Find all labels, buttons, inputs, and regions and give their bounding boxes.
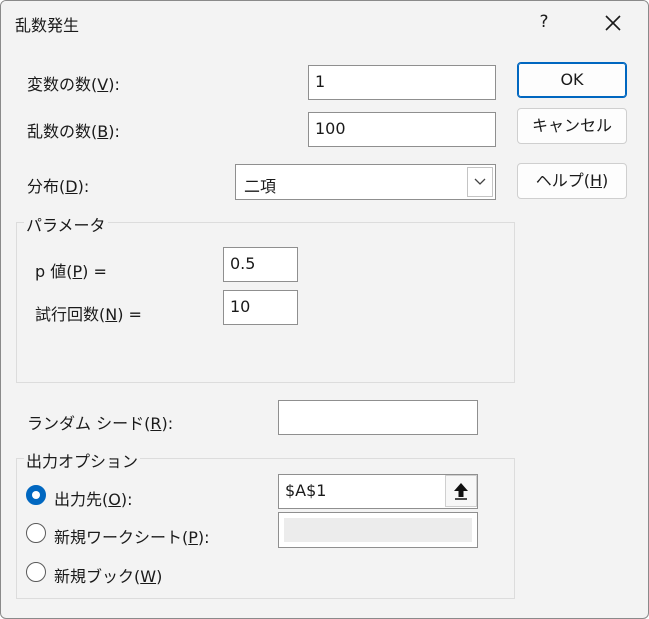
ok-button[interactable]: OK bbox=[517, 62, 627, 98]
help-button[interactable]: ヘルプ(H) bbox=[517, 163, 627, 199]
num-random-label: 乱数の数(B): bbox=[27, 122, 120, 141]
chevron-down-icon bbox=[474, 178, 486, 185]
disabled-field-fill bbox=[284, 518, 472, 542]
title-bar: 乱数発生 ? bbox=[1, 1, 648, 47]
random-seed-input[interactable] bbox=[278, 400, 478, 435]
output-range-radio[interactable] bbox=[26, 485, 46, 505]
dialog-title: 乱数発生 bbox=[15, 16, 80, 35]
new-sheet-name-input[interactable] bbox=[278, 512, 478, 548]
distribution-dropdown-button[interactable] bbox=[467, 167, 493, 197]
num-variables-label: 変数の数(V): bbox=[27, 75, 120, 94]
p-value-label: p 値(P) = bbox=[35, 262, 107, 281]
distribution-select[interactable]: 二項 bbox=[235, 164, 496, 200]
output-options-legend: 出力オプション bbox=[24, 448, 141, 472]
cancel-button[interactable]: キャンセル bbox=[517, 108, 627, 144]
trials-label: 試行回数(N) = bbox=[35, 305, 142, 324]
new-book-label[interactable]: 新規ブック(W) bbox=[54, 563, 162, 587]
num-variables-input[interactable]: 1 bbox=[308, 65, 496, 100]
trials-input[interactable]: 10 bbox=[223, 290, 298, 325]
random-number-generation-dialog: 乱数発生 ? 変数の数(V): 1 乱数の数(B): 100 分布(D): 二項… bbox=[0, 0, 649, 619]
close-icon bbox=[605, 15, 621, 31]
close-button[interactable] bbox=[597, 7, 629, 39]
num-random-input[interactable]: 100 bbox=[308, 112, 496, 147]
new-sheet-label[interactable]: 新規ワークシート(P): bbox=[54, 524, 210, 548]
p-value-input[interactable]: 0.5 bbox=[223, 247, 298, 282]
new-book-radio[interactable] bbox=[26, 562, 46, 582]
random-seed-label: ランダム シード(R): bbox=[27, 414, 174, 433]
distribution-label: 分布(D): bbox=[27, 177, 90, 196]
new-sheet-radio[interactable] bbox=[26, 523, 46, 543]
output-range-label[interactable]: 出力先(O): bbox=[54, 486, 132, 510]
distribution-value: 二項 bbox=[244, 177, 277, 196]
help-question-button[interactable]: ? bbox=[529, 5, 559, 39]
arrow-up-icon bbox=[454, 483, 468, 500]
collapse-dialog-button[interactable] bbox=[445, 475, 477, 507]
parameters-legend: パラメータ bbox=[24, 212, 108, 236]
